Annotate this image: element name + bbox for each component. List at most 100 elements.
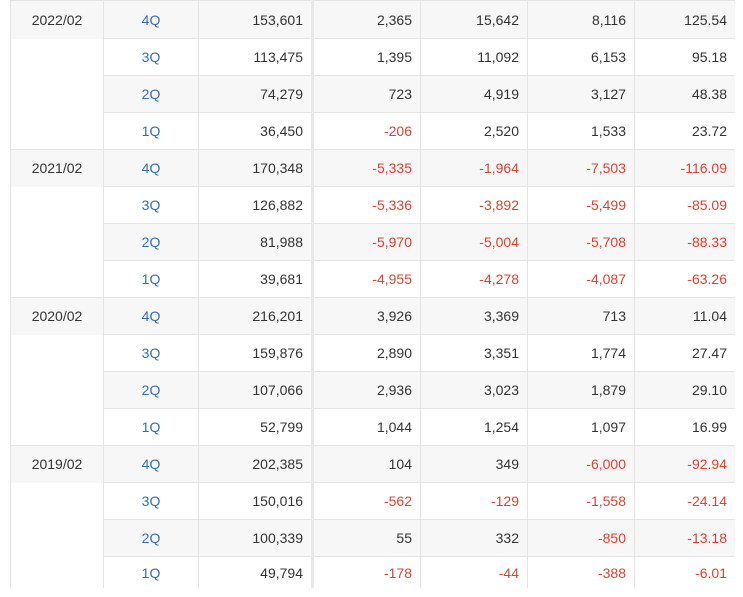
quarter-link[interactable]: 4Q	[103, 0, 199, 39]
fiscal-year-cell	[10, 223, 104, 261]
eps-cell: 125.54	[634, 0, 735, 39]
operating-income-cell: 2,936	[312, 371, 421, 409]
fiscal-year-cell	[10, 186, 104, 224]
net-income-cell: 1,533	[527, 112, 635, 150]
revenue-cell: 170,348	[198, 149, 314, 187]
net-income-cell: 1,879	[527, 371, 635, 409]
fiscal-year-cell: 2021/02	[10, 149, 104, 187]
ordinary-income-cell: 349	[420, 445, 528, 483]
ordinary-income-cell: -44	[420, 556, 528, 588]
revenue-cell: 39,681	[198, 260, 314, 298]
quarter-link[interactable]: 1Q	[103, 408, 199, 446]
quarterly-results-table: 2022/02 4Q 153,601 2,365 15,642 8,116 125.54 3Q…	[10, 0, 735, 588]
table-row: 2Q 74,279 723 4,919 3,127 48.38	[10, 75, 735, 113]
fiscal-year-cell	[10, 112, 104, 150]
eps-cell: -116.09	[634, 149, 735, 187]
quarter-link[interactable]: 4Q	[103, 445, 199, 483]
revenue-cell: 216,201	[198, 297, 314, 335]
net-income-cell: -388	[527, 556, 635, 588]
quarter-link[interactable]: 3Q	[103, 186, 199, 224]
table-row: 3Q 126,882 -5,336 -3,892 -5,499 -85.09	[10, 186, 735, 224]
revenue-cell: 126,882	[198, 186, 314, 224]
table-row: 2021/02 4Q 170,348 -5,335 -1,964 -7,503 -116.0…	[10, 149, 735, 187]
ordinary-income-cell: -3,892	[420, 186, 528, 224]
net-income-cell: -6,000	[527, 445, 635, 483]
quarter-link[interactable]: 1Q	[103, 556, 199, 588]
revenue-cell: 113,475	[198, 38, 314, 76]
net-income-cell: 713	[527, 297, 635, 335]
eps-cell: -88.33	[634, 223, 735, 261]
ordinary-income-cell: 11,092	[420, 38, 528, 76]
operating-income-cell: -5,336	[312, 186, 421, 224]
fiscal-year-cell	[10, 75, 104, 113]
fiscal-year-cell: 2020/02	[10, 297, 104, 335]
revenue-cell: 74,279	[198, 75, 314, 113]
ordinary-income-cell: -4,278	[420, 260, 528, 298]
eps-cell: 27.47	[634, 334, 735, 372]
table-row: 3Q 159,876 2,890 3,351 1,774 27.47	[10, 334, 735, 372]
revenue-cell: 153,601	[198, 0, 314, 39]
fiscal-year-cell: 2019/02	[10, 445, 104, 483]
table-row: 2Q 100,339 55 332 -850 -13.18	[10, 519, 735, 557]
quarter-link[interactable]: 2Q	[103, 75, 199, 113]
net-income-cell: 1,774	[527, 334, 635, 372]
quarter-link[interactable]: 2Q	[103, 371, 199, 409]
operating-income-cell: -206	[312, 112, 421, 150]
ordinary-income-cell: 332	[420, 519, 528, 557]
net-income-cell: -7,503	[527, 149, 635, 187]
revenue-cell: 81,988	[198, 223, 314, 261]
operating-income-cell: -562	[312, 482, 421, 520]
eps-cell: 11.04	[634, 297, 735, 335]
ordinary-income-cell: 3,023	[420, 371, 528, 409]
net-income-cell: -5,708	[527, 223, 635, 261]
ordinary-income-cell: -129	[420, 482, 528, 520]
quarter-link[interactable]: 2Q	[103, 223, 199, 261]
net-income-cell: -4,087	[527, 260, 635, 298]
ordinary-income-cell: 4,919	[420, 75, 528, 113]
ordinary-income-cell: -5,004	[420, 223, 528, 261]
fiscal-year-cell	[10, 260, 104, 298]
operating-income-cell: 3,926	[312, 297, 421, 335]
fiscal-year-cell	[10, 38, 104, 76]
table-row: 2Q 81,988 -5,970 -5,004 -5,708 -88.33	[10, 223, 735, 261]
operating-income-cell: -4,955	[312, 260, 421, 298]
fiscal-year-cell: 2022/02	[10, 0, 104, 39]
eps-cell: -24.14	[634, 482, 735, 520]
revenue-cell: 36,450	[198, 112, 314, 150]
net-income-cell: 3,127	[527, 75, 635, 113]
table-row: 1Q 36,450 -206 2,520 1,533 23.72	[10, 112, 735, 150]
eps-cell: -85.09	[634, 186, 735, 224]
eps-cell: -13.18	[634, 519, 735, 557]
quarter-link[interactable]: 2Q	[103, 519, 199, 557]
quarter-link[interactable]: 1Q	[103, 260, 199, 298]
quarter-link[interactable]: 1Q	[103, 112, 199, 150]
eps-cell: 95.18	[634, 38, 735, 76]
quarter-link[interactable]: 3Q	[103, 334, 199, 372]
net-income-cell: 8,116	[527, 0, 635, 39]
operating-income-cell: 723	[312, 75, 421, 113]
operating-income-cell: 1,395	[312, 38, 421, 76]
ordinary-income-cell: 1,254	[420, 408, 528, 446]
operating-income-cell: 2,365	[312, 0, 421, 39]
net-income-cell: -850	[527, 519, 635, 557]
table-row: 2022/02 4Q 153,601 2,365 15,642 8,116 125.54	[10, 0, 735, 39]
table-row: 1Q 39,681 -4,955 -4,278 -4,087 -63.26	[10, 260, 735, 298]
eps-cell: 48.38	[634, 75, 735, 113]
operating-income-cell: 2,890	[312, 334, 421, 372]
quarter-link[interactable]: 4Q	[103, 297, 199, 335]
eps-cell: -92.94	[634, 445, 735, 483]
net-income-cell: 1,097	[527, 408, 635, 446]
revenue-cell: 150,016	[198, 482, 314, 520]
operating-income-cell: 55	[312, 519, 421, 557]
operating-income-cell: -178	[312, 556, 421, 588]
quarter-link[interactable]: 3Q	[103, 38, 199, 76]
ordinary-income-cell: -1,964	[420, 149, 528, 187]
quarter-link[interactable]: 3Q	[103, 482, 199, 520]
table-row: 2020/02 4Q 216,201 3,926 3,369 713 11.04	[10, 297, 735, 335]
fiscal-year-cell	[10, 334, 104, 372]
quarter-link[interactable]: 4Q	[103, 149, 199, 187]
net-income-cell: -5,499	[527, 186, 635, 224]
fiscal-year-cell	[10, 519, 104, 557]
fiscal-year-cell	[10, 371, 104, 409]
net-income-cell: 6,153	[527, 38, 635, 76]
